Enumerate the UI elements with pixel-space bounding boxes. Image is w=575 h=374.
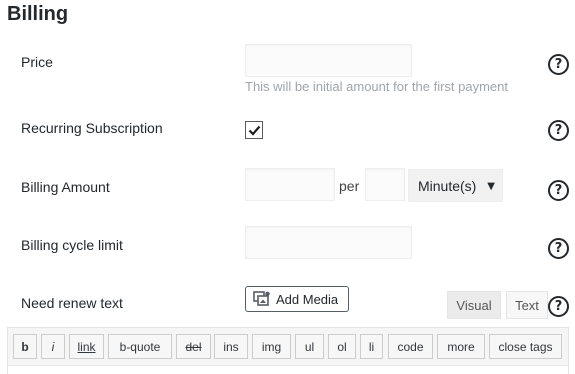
quicktag-italic-button[interactable]: i — [41, 334, 65, 359]
per-label: per — [339, 178, 360, 194]
quicktag-bquote-button[interactable]: b-quote — [108, 334, 172, 359]
help-icon[interactable]: ? — [548, 120, 569, 141]
billing-amount-label: Billing Amount — [21, 179, 110, 195]
quicktag-ul-button[interactable]: ul — [295, 334, 324, 359]
quicktag-ins-button[interactable]: ins — [214, 334, 248, 359]
price-description: This will be initial amount for the firs… — [245, 79, 508, 94]
quicktag-more-button[interactable]: more — [437, 334, 485, 359]
billing-amount-input[interactable] — [245, 168, 335, 201]
quicktag-bold-button[interactable]: b — [13, 334, 37, 359]
price-label: Price — [21, 54, 53, 70]
help-icon[interactable]: ? — [548, 180, 569, 201]
add-media-button[interactable]: Add Media — [245, 286, 349, 312]
price-input[interactable] — [245, 44, 412, 77]
help-icon[interactable]: ? — [548, 54, 569, 75]
cycle-limit-label: Billing cycle limit — [21, 237, 123, 253]
billing-unit-select[interactable]: Minute(s) ▼ — [408, 169, 503, 202]
help-icon[interactable]: ? — [548, 296, 569, 317]
quicktag-li-button[interactable]: li — [360, 334, 383, 359]
section-title: Billing — [7, 3, 69, 25]
quicktag-ol-button[interactable]: ol — [328, 334, 356, 359]
media-icon — [253, 291, 270, 306]
dropdown-arrow-icon: ▼ — [487, 181, 495, 192]
recurring-label: Recurring Subscription — [21, 120, 163, 136]
quicktag-code-button[interactable]: code — [388, 334, 433, 359]
recurring-checkbox[interactable] — [245, 121, 263, 139]
tab-visual[interactable]: Visual — [447, 291, 501, 319]
billing-interval-input[interactable] — [365, 168, 405, 201]
renew-text-editor[interactable] — [7, 365, 569, 374]
quicktag-del-button[interactable]: del — [176, 334, 211, 359]
billing-unit-value: Minute(s) — [418, 178, 477, 194]
quicktag-link-button[interactable]: link — [69, 334, 104, 359]
checkmark-icon — [248, 125, 260, 136]
add-media-label: Add Media — [276, 291, 339, 307]
cycle-limit-input[interactable] — [245, 226, 412, 259]
quicktag-close-tags-button[interactable]: close tags — [489, 334, 562, 359]
quicktag-img-button[interactable]: img — [252, 334, 291, 359]
help-icon[interactable]: ? — [548, 238, 569, 259]
tab-text[interactable]: Text — [506, 291, 548, 319]
renew-text-label: Need renew text — [21, 295, 123, 311]
